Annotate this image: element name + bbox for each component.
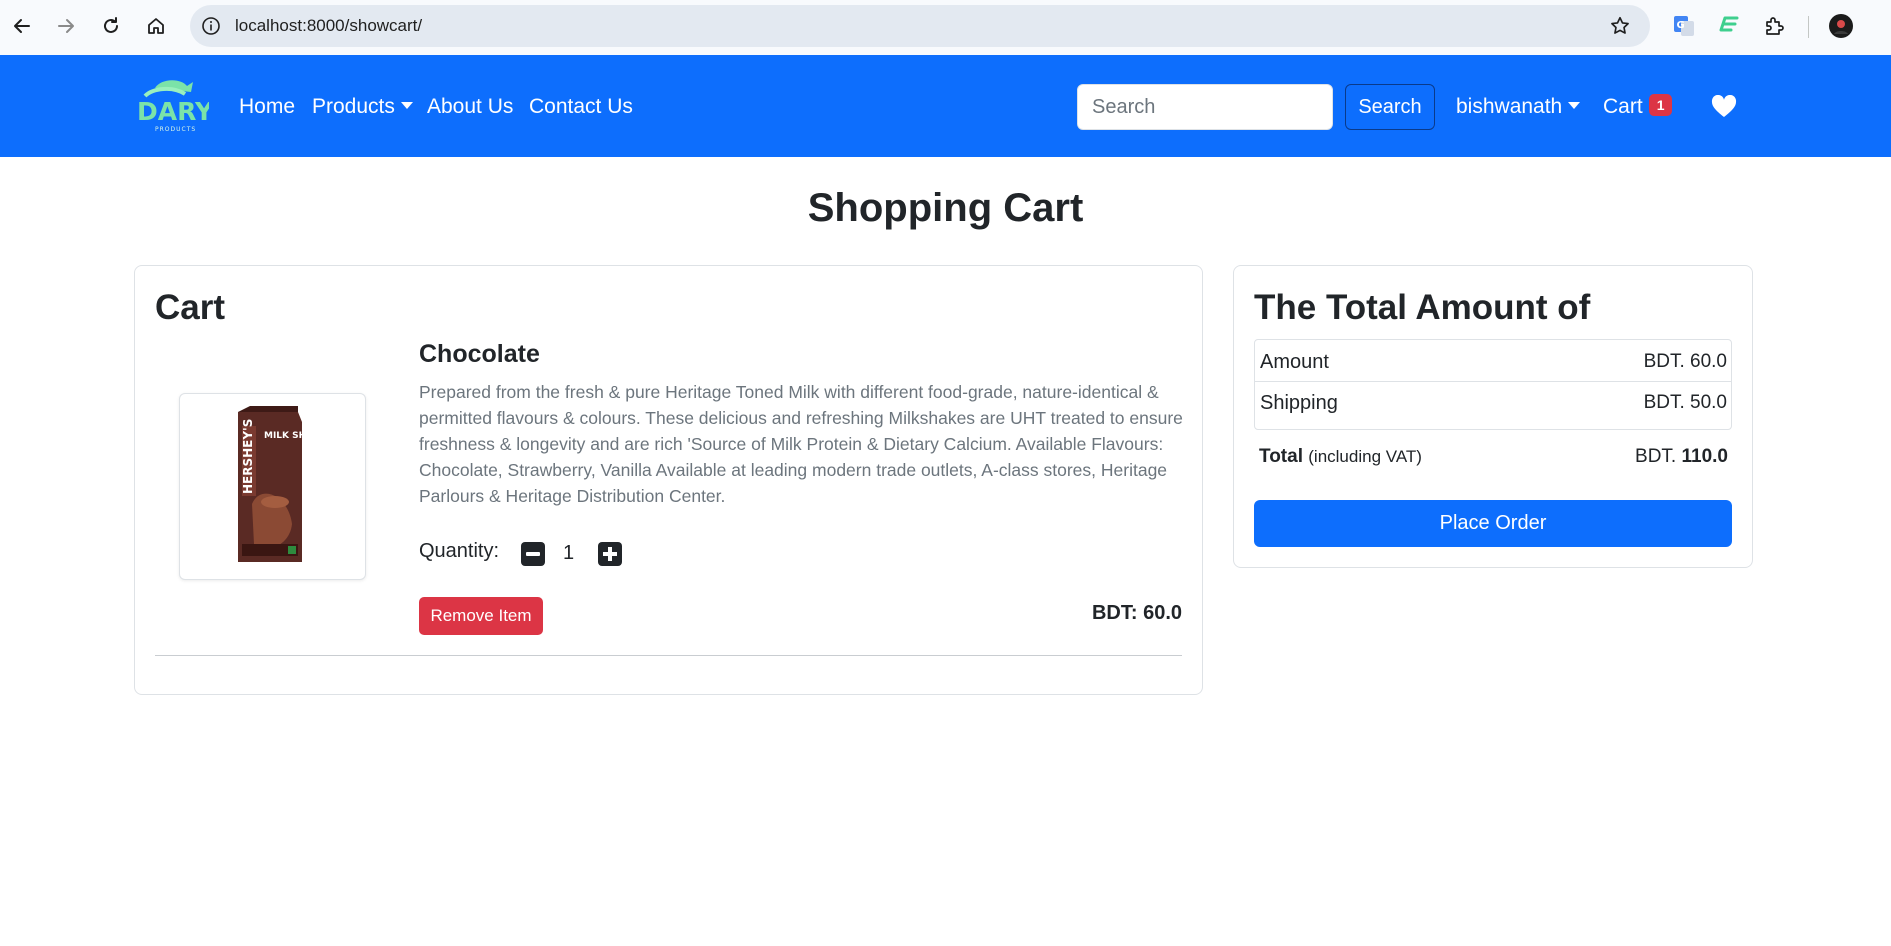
cart-heading: Cart — [155, 288, 226, 327]
search-button[interactable]: Search — [1345, 84, 1435, 130]
total-currency: BDT. — [1635, 446, 1677, 467]
summary-row-shipping: Shipping BDT. 50.0 — [1255, 381, 1731, 422]
total-note: (including VAT) — [1308, 447, 1422, 466]
reload-icon[interactable] — [95, 10, 127, 42]
browser-toolbar: localhost:8000/showcart/ G — [0, 0, 1891, 55]
forward-arrow-icon[interactable] — [50, 10, 82, 42]
product-description: Prepared from the fresh & pure Heritage … — [419, 382, 1183, 506]
user-dropdown[interactable]: bishwanath — [1456, 95, 1581, 119]
logo-text: DARY — [137, 97, 209, 126]
search-input[interactable] — [1077, 84, 1333, 130]
address-bar[interactable]: localhost:8000/showcart/ — [190, 5, 1650, 47]
nav-products-label: Products — [312, 95, 395, 118]
carton-product-text: MILK SHAKE — [264, 431, 326, 441]
profile-avatar-icon[interactable] — [1827, 12, 1855, 40]
chevron-down-icon — [400, 101, 413, 109]
remove-item-button[interactable]: Remove Item — [419, 597, 543, 635]
back-arrow-icon[interactable] — [6, 10, 38, 42]
svg-text:G: G — [1677, 20, 1685, 31]
url-text[interactable]: localhost:8000/showcart/ — [235, 16, 422, 36]
site-navbar: DARY PRODUCTS Home Products About Us Con… — [0, 55, 1891, 157]
order-summary-card: The Total Amount of Amount BDT. 60.0 Shi… — [1233, 265, 1753, 568]
quantity-label: Quantity: — [419, 540, 500, 562]
home-icon[interactable] — [140, 10, 172, 42]
cart-card: Cart HERSHEY'S MILK SHAKE Chocolate Prep… — [134, 265, 1203, 695]
puzzle-extensions-icon[interactable] — [1760, 12, 1788, 40]
plus-square-icon[interactable] — [598, 542, 622, 566]
amount-value: BDT. 60.0 — [1643, 351, 1727, 372]
summary-heading: The Total Amount of — [1254, 288, 1591, 327]
cart-count-badge: 1 — [1648, 94, 1673, 117]
total-value-group: BDT. 110.0 — [1635, 446, 1728, 468]
shipping-label: Shipping — [1260, 392, 1338, 414]
quantity-value: 1 — [563, 542, 575, 564]
nav-about-link[interactable]: About Us — [427, 95, 513, 119]
item-price: BDT: 60.0 — [1091, 602, 1182, 624]
summary-list: Amount BDT. 60.0 Shipping BDT. 50.0 — [1254, 339, 1732, 430]
google-translate-icon[interactable]: G — [1670, 12, 1698, 40]
total-label-group: Total (including VAT) — [1259, 446, 1422, 468]
nav-home-link[interactable]: Home — [239, 95, 295, 119]
user-name: bishwanath — [1456, 95, 1563, 118]
summary-row-amount: Amount BDT. 60.0 — [1255, 340, 1731, 382]
page-title: Shopping Cart — [807, 186, 1084, 230]
total-value: 110.0 — [1681, 446, 1729, 467]
nav-contact-link[interactable]: Contact Us — [529, 95, 633, 119]
place-order-button[interactable]: Place Order — [1254, 500, 1732, 547]
cart-divider — [155, 655, 1182, 656]
product-name: Chocolate — [419, 340, 540, 368]
extension-icon[interactable] — [1715, 12, 1743, 40]
nav-products-dropdown[interactable]: Products — [312, 95, 413, 119]
cart-link[interactable]: Cart 1 — [1603, 94, 1673, 119]
milkshake-carton-image: HERSHEY'S MILK SHAKE — [238, 406, 326, 562]
chevron-down-icon — [1568, 101, 1581, 109]
toolbar-divider — [1808, 16, 1809, 38]
minus-square-icon[interactable] — [521, 542, 545, 566]
shipping-value: BDT. 50.0 — [1643, 392, 1727, 413]
product-image: HERSHEY'S MILK SHAKE — [179, 393, 366, 580]
site-info-icon[interactable] — [200, 15, 222, 37]
bookmark-star-icon[interactable] — [1608, 14, 1632, 38]
amount-label: Amount — [1260, 351, 1329, 373]
logo-subtext: PRODUCTS — [155, 126, 196, 133]
dary-logo[interactable]: DARY PRODUCTS — [133, 76, 214, 134]
carton-brand-text: HERSHEY'S — [241, 419, 255, 494]
total-label: Total — [1259, 446, 1303, 467]
wishlist-heart-icon[interactable] — [1711, 94, 1737, 119]
cart-label: Cart — [1603, 95, 1643, 118]
